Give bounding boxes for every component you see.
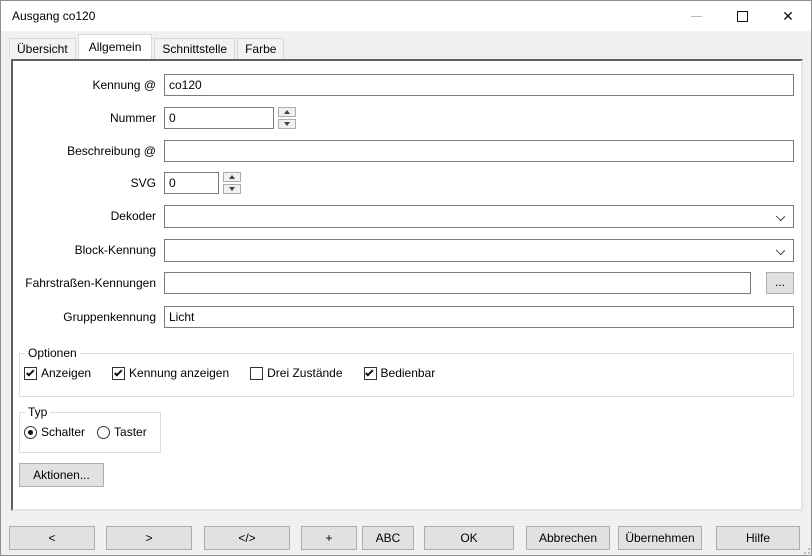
radio-label: Taster [114, 425, 147, 439]
kennung-input[interactable] [164, 74, 794, 96]
fahrstrassen-label: Fahrstraßen-Kennungen [13, 272, 156, 294]
checkbox-icon [112, 367, 125, 380]
arrow-down-icon [284, 122, 290, 126]
svg-spin-down-button[interactable] [223, 184, 241, 194]
dekoder-dropdown[interactable] [164, 205, 794, 228]
fahrstrassen-browse-button[interactable]: ... [766, 272, 794, 294]
nummer-input[interactable] [164, 107, 274, 129]
checkbox-label: Kennung anzeigen [129, 366, 229, 380]
typ-group-title: Typ [25, 405, 50, 419]
tab-allgemein[interactable]: Allgemein [78, 34, 153, 59]
nummer-spin-down-button[interactable] [278, 119, 296, 129]
dekoder-label: Dekoder [13, 205, 156, 227]
arrow-up-icon [229, 175, 235, 179]
plus-button[interactable]: + [301, 526, 357, 550]
chevron-down-icon [776, 246, 785, 255]
radio-icon [24, 426, 37, 439]
footer-button-bar: < > </> + ABC OK Abbrechen Übernehmen Hi… [1, 511, 812, 556]
tab-strip: Übersicht Allgemein Schnittstelle Farbe [1, 31, 811, 59]
checkbox-label: Anzeigen [41, 366, 91, 380]
minimize-icon [691, 16, 702, 17]
gruppenkennung-label: Gruppenkennung [13, 306, 156, 328]
checkbox-icon [250, 367, 263, 380]
help-button[interactable]: Hilfe [716, 526, 800, 550]
kennung-label: Kennung @ [13, 74, 156, 96]
gruppenkennung-input[interactable] [164, 306, 794, 328]
close-icon: ✕ [782, 9, 794, 23]
radio-taster[interactable]: Taster [97, 425, 147, 439]
minimize-button[interactable] [673, 1, 719, 31]
title-bar[interactable]: Ausgang co120 ✕ [1, 1, 811, 31]
svg-spinner [223, 172, 241, 194]
aktionen-button[interactable]: Aktionen... [19, 463, 104, 487]
dialog-window: Ausgang co120 ✕ Übersicht Allgemein Schn… [0, 0, 812, 556]
abc-button[interactable]: ABC [362, 526, 414, 550]
maximize-icon [737, 11, 748, 22]
checkbox-bedienbar[interactable]: Bedienbar [364, 366, 436, 380]
chevron-down-icon [776, 212, 785, 221]
typ-groupbox: Typ Schalter Taster [19, 405, 161, 453]
tab-page-allgemein: Kennung @ Nummer Beschreibung @ SVG Deko… [11, 59, 803, 511]
resize-grip[interactable] [800, 544, 810, 554]
arrow-up-icon [284, 110, 290, 114]
radio-schalter[interactable]: Schalter [24, 425, 85, 439]
ok-button[interactable]: OK [424, 526, 514, 550]
fahrstrassen-input[interactable] [164, 272, 751, 294]
tab-uebersicht[interactable]: Übersicht [9, 38, 76, 59]
checkbox-icon [364, 367, 377, 380]
optionen-group-title: Optionen [25, 346, 80, 360]
tab-farbe[interactable]: Farbe [237, 38, 284, 59]
window-title: Ausgang co120 [1, 9, 95, 23]
tab-schnittstelle[interactable]: Schnittstelle [154, 38, 235, 59]
block-kennung-dropdown[interactable] [164, 239, 794, 262]
checkbox-kennung-anzeigen[interactable]: Kennung anzeigen [112, 366, 229, 380]
prev-button[interactable]: < [9, 526, 95, 550]
svg-input[interactable] [164, 172, 219, 194]
checkbox-icon [24, 367, 37, 380]
radio-label: Schalter [41, 425, 85, 439]
nummer-spinner [278, 107, 296, 129]
nummer-spin-up-button[interactable] [278, 107, 296, 117]
checkbox-label: Drei Zustände [267, 366, 342, 380]
arrow-down-icon [229, 187, 235, 191]
next-button[interactable]: > [106, 526, 192, 550]
svg-label: SVG [13, 172, 156, 194]
nummer-label: Nummer [13, 107, 156, 129]
beschreibung-input[interactable] [164, 140, 794, 162]
svg-spin-up-button[interactable] [223, 172, 241, 182]
beschreibung-label: Beschreibung @ [13, 140, 156, 162]
radio-icon [97, 426, 110, 439]
maximize-button[interactable] [719, 1, 765, 31]
checkbox-anzeigen[interactable]: Anzeigen [24, 366, 91, 380]
cancel-button[interactable]: Abbrechen [526, 526, 610, 550]
apply-button[interactable]: Übernehmen [618, 526, 702, 550]
checkbox-drei-zustaende[interactable]: Drei Zustände [250, 366, 342, 380]
close-button[interactable]: ✕ [765, 1, 811, 31]
block-kennung-label: Block-Kennung [13, 239, 156, 261]
code-button[interactable]: </> [204, 526, 290, 550]
optionen-groupbox: Optionen Anzeigen Kennung anzeigen Drei … [19, 346, 794, 397]
checkbox-label: Bedienbar [381, 366, 436, 380]
